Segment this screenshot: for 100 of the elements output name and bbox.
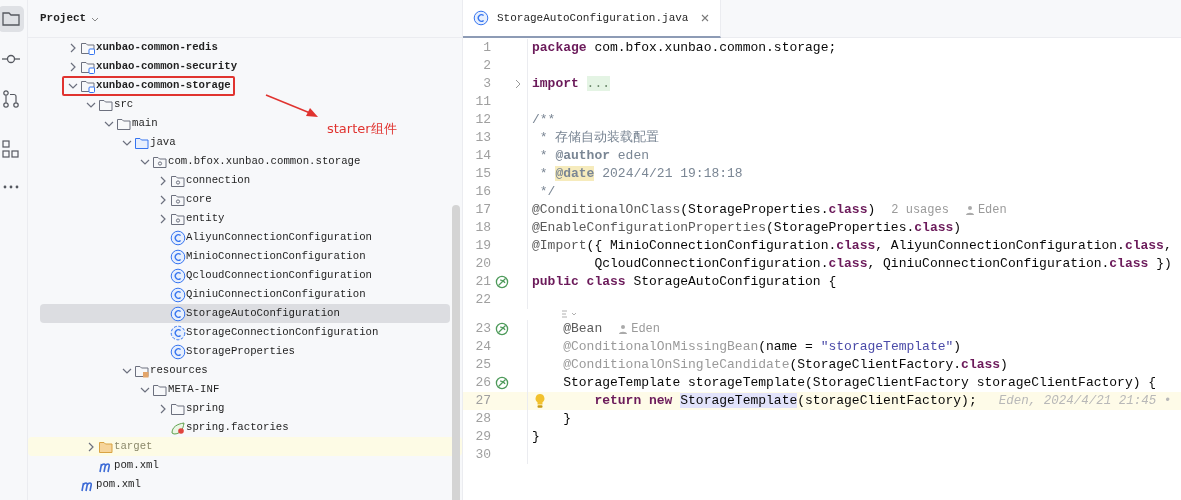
bean-icon[interactable] bbox=[495, 322, 509, 336]
folder-tool-button[interactable] bbox=[0, 6, 24, 32]
close-icon[interactable] bbox=[700, 13, 711, 23]
line-number: 20 bbox=[474, 255, 491, 273]
tree-item[interactable]: spring bbox=[40, 399, 225, 418]
line-number: 18 bbox=[474, 219, 491, 237]
line-number: 21 bbox=[474, 273, 491, 291]
line-number: 24 bbox=[474, 338, 491, 356]
code-line: QcloudConnectionConfiguration.class, QiniuConnectionConfiguration.class }) bbox=[593, 255, 1172, 273]
tree-item[interactable]: META-INF bbox=[40, 380, 220, 399]
code-line: } bbox=[531, 428, 540, 446]
line-number: 12 bbox=[474, 111, 491, 129]
person-icon bbox=[964, 204, 975, 216]
package-icon bbox=[170, 211, 186, 226]
line-number: 27 bbox=[474, 392, 491, 410]
folder-icon bbox=[0, 9, 21, 29]
tree-item[interactable]: xunbao-common-redis bbox=[40, 38, 218, 57]
line-number: 1 bbox=[482, 39, 491, 57]
editor-tab[interactable]: StorageAutoConfiguration.java bbox=[463, 0, 722, 38]
tree-item[interactable]: QcloudConnectionConfiguration bbox=[40, 266, 372, 285]
bean-icon[interactable] bbox=[495, 275, 509, 289]
more-icon bbox=[2, 185, 19, 189]
code-line: * 存储自动装载配置 bbox=[538, 129, 660, 147]
code-line: */ bbox=[538, 183, 556, 201]
line-number: 19 bbox=[474, 237, 491, 255]
folder-icon bbox=[152, 382, 168, 397]
line-number: 3 bbox=[482, 75, 491, 93]
code-line: return new StorageTemplate(storageClientFactory); bbox=[593, 392, 977, 410]
code-line: import ... bbox=[531, 75, 610, 93]
module-folder-icon bbox=[80, 59, 96, 74]
code-line: * @author eden bbox=[538, 147, 650, 165]
package-icon bbox=[170, 192, 186, 207]
line-number: 14 bbox=[474, 147, 491, 165]
code-line: @ConditionalOnSingleCandidate(StorageClientFactory.class) bbox=[562, 356, 1008, 374]
structure-icon bbox=[0, 139, 21, 159]
code-line: @EnableConfigurationProperties(StorageProperties.class) bbox=[531, 219, 962, 237]
tree-item[interactable]: AliyunConnectionConfiguration bbox=[40, 228, 372, 247]
tree-item[interactable]: xunbao-common-security bbox=[40, 57, 238, 76]
tree-item[interactable]: StorageConnectionConfiguration bbox=[40, 323, 379, 342]
code-line: } bbox=[562, 410, 571, 428]
tree-item[interactable]: MinioConnectionConfiguration bbox=[40, 247, 366, 266]
folder-icon bbox=[170, 401, 186, 416]
tree-item[interactable]: xunbao-common-storage bbox=[40, 76, 231, 95]
tree-item[interactable]: pom.xml bbox=[40, 475, 141, 494]
tree-item[interactable]: com.bfox.xunbao.common.storage bbox=[40, 152, 361, 171]
branch-icon bbox=[0, 89, 21, 109]
class-icon bbox=[170, 324, 186, 341]
code-line: package com.bfox.xunbao.common.storage; bbox=[531, 39, 837, 57]
class-icon bbox=[170, 286, 186, 303]
code-line: * @date 2024/4/21 19:18:18 bbox=[538, 165, 743, 183]
line-number: 16 bbox=[474, 183, 491, 201]
code-line: @ConditionalOnMissingBean(name = "storageTemplate") bbox=[562, 338, 962, 356]
tree-item[interactable]: src bbox=[40, 95, 134, 114]
blame-annotation: Eden, 2024/4/21 21:45 • bbox=[998, 393, 1172, 410]
line-number: 2 bbox=[482, 57, 491, 75]
tree-item[interactable]: StorageProperties bbox=[40, 342, 296, 361]
class-icon bbox=[170, 343, 186, 360]
line-number: 28 bbox=[474, 410, 491, 428]
line-number: 11 bbox=[474, 93, 491, 111]
tree-item[interactable]: target bbox=[28, 437, 462, 456]
panel-title[interactable]: Project bbox=[40, 10, 87, 27]
tree-item[interactable]: entity bbox=[40, 209, 225, 228]
code-line: @ConditionalOnClass(StorageProperties.class) bbox=[531, 201, 876, 219]
tree-item[interactable]: core bbox=[40, 190, 212, 209]
tree-item[interactable]: main bbox=[40, 114, 158, 133]
code-line: public class StorageAutoConfiguration { bbox=[531, 273, 837, 291]
line-number: 29 bbox=[474, 428, 491, 446]
resources-folder-icon bbox=[134, 363, 150, 378]
tree-item[interactable]: connection bbox=[40, 171, 251, 190]
code-line: StorageTemplate storageTemplate(StorageClientFactory storageClientFactory) { bbox=[562, 374, 1157, 392]
line-number: 17 bbox=[474, 201, 491, 219]
class-icon bbox=[473, 10, 489, 26]
tree-item[interactable]: StorageAutoConfiguration bbox=[40, 304, 450, 323]
tree-item[interactable]: resources bbox=[40, 361, 208, 380]
class-icon bbox=[170, 267, 186, 284]
package-icon bbox=[152, 154, 168, 169]
scrollbar[interactable] bbox=[452, 205, 460, 500]
package-icon bbox=[170, 173, 186, 188]
tree-item[interactable]: java bbox=[40, 133, 176, 152]
class-icon bbox=[170, 305, 186, 322]
line-number: 26 bbox=[474, 374, 491, 392]
folder-icon bbox=[98, 439, 114, 454]
code-line: @Import({ MinioConnectionConfiguration.class, AliyunConnectionConfiguration.class, bbox=[531, 237, 1172, 255]
line-number: 25 bbox=[474, 356, 491, 374]
class-icon bbox=[170, 248, 186, 265]
chevron-right-icon[interactable] bbox=[513, 79, 523, 89]
module-folder-icon bbox=[80, 40, 96, 55]
module-folder-icon bbox=[80, 78, 96, 93]
bean-icon[interactable] bbox=[495, 376, 509, 390]
line-number: 30 bbox=[474, 446, 491, 464]
folder-icon bbox=[116, 116, 132, 131]
tree-item[interactable]: QiniuConnectionConfiguration bbox=[40, 285, 366, 304]
line-number: 15 bbox=[474, 165, 491, 183]
class-icon bbox=[170, 229, 186, 246]
tree-item[interactable]: pom.xml bbox=[40, 456, 159, 475]
leaf-icon bbox=[170, 420, 186, 435]
tree-item[interactable]: spring.factories bbox=[40, 418, 289, 437]
code-line: @Bean bbox=[562, 320, 603, 338]
code-line: /** bbox=[531, 111, 556, 129]
folder-icon bbox=[134, 135, 150, 150]
